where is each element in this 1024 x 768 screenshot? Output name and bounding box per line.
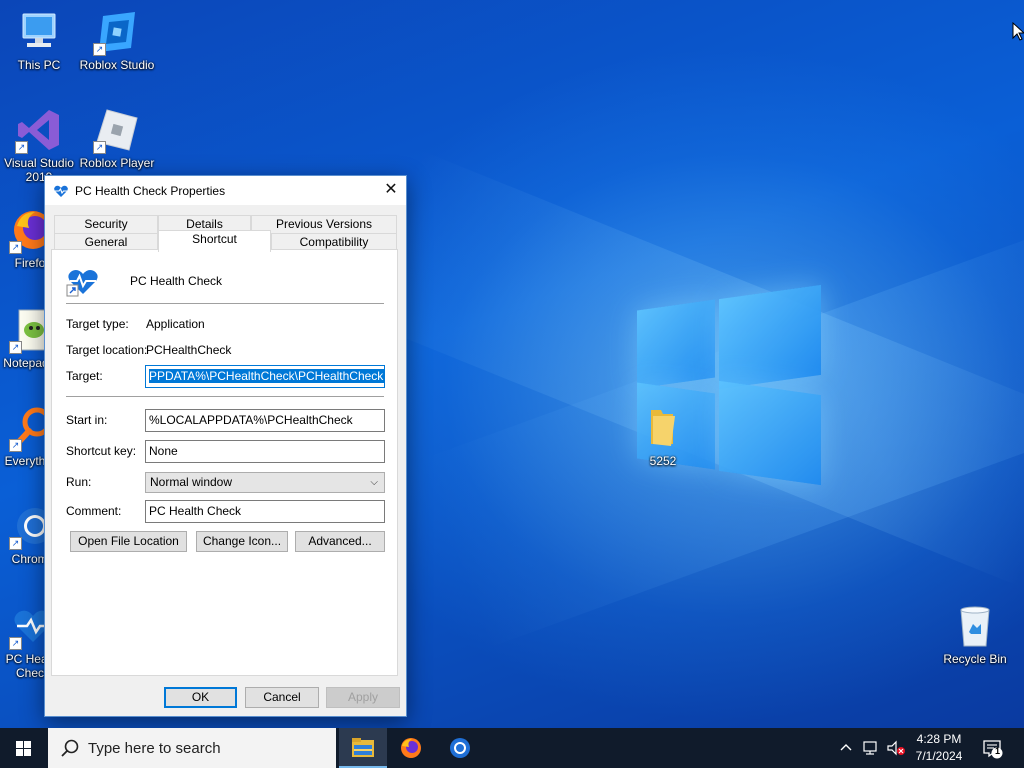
clock-date: 7/1/2024 [915, 749, 963, 763]
properties-dialog: PC Health Check Properties ✕ Security De… [44, 175, 407, 717]
taskbar: Type here to search 4:28 PM 7/1/2024 1 [0, 728, 1024, 768]
visual-studio-icon: ↗ [15, 106, 63, 154]
file-explorer-icon [352, 738, 374, 757]
shortcut-arrow-icon: ↗ [9, 341, 22, 354]
chevron-up-icon[interactable] [838, 740, 854, 756]
taskbar-firefox[interactable] [387, 728, 435, 768]
wallpaper-logo-pane [637, 299, 715, 389]
start-in-input-value: %LOCALAPPDATA%\PCHealthCheck [149, 413, 353, 427]
tab-shortcut[interactable]: Shortcut [158, 230, 271, 252]
target-input-value: PPDATA%\PCHealthCheck\PCHealthCheck.exe [149, 369, 384, 383]
start-in-input[interactable]: %LOCALAPPDATA%\PCHealthCheck [145, 409, 385, 432]
recycle-bin-icon [951, 602, 999, 650]
comment-input-value: PC Health Check [149, 504, 242, 518]
comment-input[interactable]: PC Health Check [145, 500, 385, 523]
search-icon [61, 739, 79, 757]
open-file-location-button[interactable]: Open File Location [70, 531, 187, 552]
tab-label: Security [84, 217, 128, 231]
shortcut-arrow-icon: ↗ [9, 637, 22, 650]
pc-health-check-icon [66, 270, 98, 297]
desktop-icon-visual-studio[interactable]: ↗ Visual Studio 2019 [0, 106, 78, 184]
network-icon[interactable] [862, 739, 880, 757]
separator [66, 396, 384, 397]
desktop-icon-recycle-bin[interactable]: Recycle Bin [936, 602, 1014, 666]
pc-health-check-icon [54, 185, 68, 197]
shortcut-arrow-icon: ↗ [93, 141, 106, 154]
target-type-label: Target type: [66, 317, 129, 331]
tab-label: Details [186, 217, 223, 231]
start-in-label: Start in: [66, 413, 108, 427]
apply-button[interactable]: Apply [326, 687, 400, 708]
tab-label: Previous Versions [275, 217, 373, 231]
clock-time: 4:28 PM [916, 732, 962, 746]
shortcut-arrow-icon: ↗ [93, 43, 106, 56]
windows-logo-icon [16, 741, 32, 756]
desktop-icon-roblox-studio[interactable]: ↗ Roblox Studio [78, 8, 156, 72]
desktop-icon-this-pc[interactable]: This PC [0, 8, 78, 72]
desktop-icon-roblox-player[interactable]: ↗ Roblox Player [78, 106, 156, 170]
taskbar-clock[interactable]: 4:28 PM 7/1/2024 [906, 731, 972, 765]
tab-previous-versions[interactable]: Previous Versions [251, 215, 397, 234]
close-icon: ✕ [384, 181, 398, 198]
taskbar-file-explorer[interactable] [339, 728, 387, 768]
advanced-button[interactable]: Advanced... [295, 531, 385, 552]
folder-icon [639, 404, 687, 452]
volume-muted-icon[interactable] [886, 739, 906, 757]
desktop-icon-folder-5252[interactable]: 5252 [624, 404, 702, 468]
shortcut-arrow-icon: ↗ [9, 439, 22, 452]
roblox-player-icon: ↗ [93, 106, 141, 154]
wallpaper-logo-pane [719, 380, 821, 486]
close-button[interactable]: ✕ [376, 176, 406, 205]
shortcut-arrow-icon: ↗ [15, 141, 28, 154]
chevron-down-icon: ⌵ [370, 477, 378, 488]
roblox-studio-icon: ↗ [93, 8, 141, 56]
dialog-titlebar[interactable]: PC Health Check Properties ✕ [45, 176, 406, 205]
dialog-title: PC Health Check Properties [75, 183, 226, 198]
target-type-value: Application [146, 317, 205, 331]
shortcut-key-input-value: None [149, 444, 178, 458]
shortcut-tab-panel: PC Health Check Target type: Application… [51, 249, 398, 676]
target-location-label: Target location: [66, 343, 148, 357]
chrome-icon [450, 738, 470, 758]
action-center-button[interactable]: 1 [980, 736, 1004, 760]
shortcut-arrow-icon: ↗ [9, 241, 22, 254]
run-label: Run: [66, 475, 92, 489]
shortcut-arrow-icon: ↗ [9, 537, 22, 550]
cancel-button[interactable]: Cancel [245, 687, 319, 708]
run-select-value: Normal window [150, 475, 233, 489]
search-placeholder: Type here to search [88, 739, 221, 757]
ok-button[interactable]: OK [164, 687, 237, 708]
target-label: Target: [66, 369, 103, 383]
shortcut-key-input[interactable]: None [145, 440, 385, 463]
firefox-icon [401, 738, 421, 758]
comment-label: Comment: [66, 504, 122, 518]
tab-label: Shortcut [192, 232, 237, 246]
tab-label: General [84, 235, 128, 249]
tab-label: Compatibility [299, 235, 369, 249]
shortcut-key-label: Shortcut key: [66, 444, 137, 458]
computer-icon [15, 8, 63, 56]
change-icon-button[interactable]: Change Icon... [196, 531, 288, 552]
taskbar-search-box[interactable]: Type here to search [48, 728, 336, 768]
wallpaper-logo-pane [719, 284, 821, 390]
app-name: PC Health Check [130, 274, 223, 288]
target-input[interactable]: PPDATA%\PCHealthCheck\PCHealthCheck.exe [145, 365, 385, 388]
mouse-cursor-icon [1012, 22, 1024, 41]
run-select[interactable]: Normal window ⌵ [145, 472, 385, 493]
tab-security[interactable]: Security [54, 215, 158, 234]
taskbar-chrome[interactable] [436, 728, 484, 768]
notification-count: 1 [994, 746, 1000, 756]
separator [66, 303, 384, 304]
start-button[interactable] [0, 728, 48, 768]
target-location-value: PCHealthCheck [146, 343, 232, 357]
